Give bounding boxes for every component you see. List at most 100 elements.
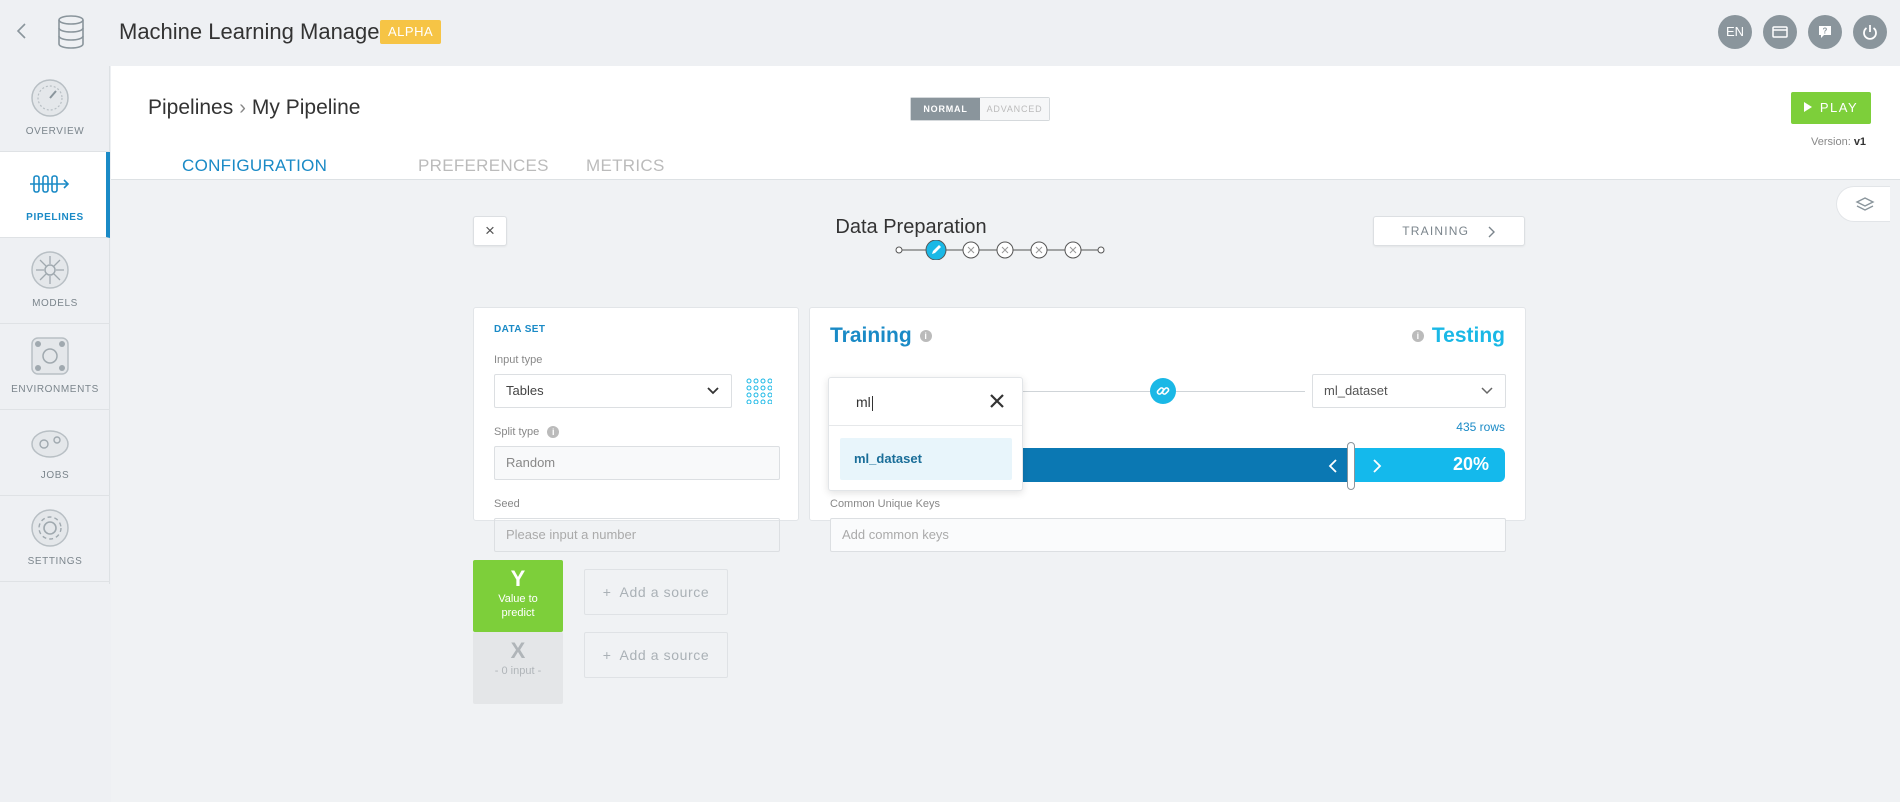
pipeline-icon [30, 175, 70, 193]
x-input-box[interactable]: X - 0 input - [473, 632, 563, 704]
add-y-source-button[interactable]: + Add a source [584, 569, 728, 615]
chevron-right-icon [1488, 226, 1495, 238]
chevron-left-icon[interactable] [1328, 459, 1338, 473]
testing-label: Testing [1431, 324, 1505, 347]
sidebar: OVERVIEW PIPELINES MODELS ENVIRONMENTS J… [0, 66, 110, 584]
link-datasets-button[interactable] [1150, 378, 1176, 404]
language-button[interactable]: EN [1718, 15, 1752, 49]
testing-heading: i Testing [1404, 324, 1505, 348]
sidebar-item-environments[interactable]: ENVIRONMENTS [0, 324, 110, 410]
tab-preferences[interactable]: PREFERENCES [418, 156, 549, 176]
plus-icon: + [602, 647, 612, 663]
split-type-label: Split type i [494, 426, 567, 439]
chevron-right-icon[interactable] [1372, 459, 1382, 473]
sidebar-item-label: PIPELINES [26, 212, 84, 223]
app-title: Machine Learning Manager [119, 19, 387, 44]
input-type-select[interactable]: Tables [494, 374, 732, 408]
y-target-box[interactable]: Y Value to predict [473, 560, 563, 632]
sidebar-item-label: ENVIRONMENTS [11, 384, 99, 395]
split-percent: 20% [1452, 454, 1489, 474]
info-icon[interactable]: i [547, 426, 560, 439]
sidebar-item-settings[interactable]: SETTINGS [0, 496, 110, 582]
grid-dots-icon[interactable] [746, 378, 772, 404]
play-label: PLAY [1819, 100, 1859, 115]
step-title: Data Preparation [835, 216, 987, 238]
version-label: Version: [1811, 136, 1851, 148]
step-pending-icon[interactable] [1064, 241, 1082, 259]
database-logo-icon [55, 14, 87, 50]
step-pending-icon[interactable] [996, 241, 1014, 259]
y-letter: Y [510, 566, 526, 591]
split-slider-handle[interactable] [1347, 442, 1355, 490]
network-icon [31, 337, 69, 375]
training-heading: Training i [830, 324, 940, 348]
close-icon[interactable] [989, 393, 1005, 409]
logout-button[interactable] [1853, 15, 1887, 49]
chevron-down-icon [707, 387, 719, 395]
svg-text:?: ? [1823, 27, 1828, 36]
sidebar-item-label: MODELS [32, 298, 78, 309]
mode-advanced-button[interactable]: ADVANCED [980, 98, 1049, 120]
dropdown-option-ml-dataset[interactable]: ml_dataset [840, 438, 1012, 480]
sidebar-item-jobs[interactable]: JOBS [0, 410, 110, 496]
chevron-down-icon [1481, 387, 1493, 395]
close-button[interactable]: × [473, 216, 507, 246]
link-icon [1156, 387, 1170, 395]
testing-dataset-select[interactable]: ml_dataset [1312, 374, 1506, 408]
input-type-label: Input type [494, 354, 543, 366]
text-caret [871, 395, 873, 411]
card-icon [1772, 26, 1788, 38]
breadcrumb-pipelines-link[interactable]: Pipelines [148, 96, 233, 119]
sidebar-item-label: OVERVIEW [25, 126, 85, 137]
layers-icon [1855, 197, 1875, 211]
app-switcher-button[interactable] [1763, 15, 1797, 49]
split-bar: 20% [1005, 448, 1505, 482]
tab-metrics[interactable]: METRICS [586, 156, 665, 176]
split-training-segment [1005, 448, 1355, 482]
mode-normal-button[interactable]: NORMAL [911, 98, 980, 120]
x-letter: X [510, 638, 526, 663]
sidebar-item-overview[interactable]: OVERVIEW [0, 66, 110, 152]
add-source-label: Add a source [619, 584, 710, 600]
common-keys-input[interactable]: Add common keys [830, 518, 1506, 552]
version-info: Version: v1 [1811, 136, 1866, 148]
info-icon[interactable]: i [919, 330, 932, 343]
input-type-value: Tables [506, 383, 544, 398]
breadcrumb-current: My Pipeline [251, 96, 361, 119]
sidebar-item-models[interactable]: MODELS [0, 238, 110, 324]
training-label: Training [830, 324, 912, 347]
split-type-field[interactable]: Random [494, 446, 780, 480]
back-arrow-icon[interactable] [14, 20, 30, 42]
breadcrumb-chevron-icon: › [239, 97, 246, 119]
dataset-card: DATA SET Input type Tables Split type i R… [473, 307, 799, 552]
next-training-button[interactable]: TRAINING [1373, 216, 1525, 246]
top-bar: Machine Learning Manager ALPHA EN ? [0, 0, 1900, 64]
seed-label: Seed [494, 498, 520, 510]
alpha-badge: ALPHA [380, 20, 442, 44]
x-caption: - 0 input - [494, 665, 542, 677]
dataset-search-dropdown: ml ml_dataset [828, 377, 1023, 491]
add-x-source-button[interactable]: + Add a source [584, 632, 728, 678]
help-button[interactable]: ? [1808, 15, 1842, 49]
y-caption: Value to predict [498, 593, 538, 619]
version-value: v1 [1853, 136, 1867, 148]
breadcrumb: Pipelines › My Pipeline [148, 96, 360, 120]
brain-icon [31, 251, 69, 289]
step-pending-icon[interactable] [962, 241, 980, 259]
info-icon[interactable]: i [1411, 330, 1424, 343]
testing-dataset-value: ml_dataset [1324, 383, 1388, 398]
add-source-label: Add a source [619, 647, 710, 663]
play-button[interactable]: PLAY [1791, 92, 1871, 124]
seed-input[interactable]: Please input a number [494, 518, 780, 552]
layers-toggle[interactable] [1836, 186, 1890, 222]
step-progress [895, 240, 1105, 260]
sidebar-item-label: SETTINGS [27, 556, 83, 567]
workspace: × Data Preparation TRAINING DATA SET Inp… [111, 180, 1900, 802]
step-pending-icon[interactable] [1030, 241, 1048, 259]
jobs-icon [31, 430, 69, 458]
sidebar-item-pipelines[interactable]: PIPELINES [0, 152, 110, 238]
mode-toggle: NORMAL ADVANCED [910, 97, 1050, 121]
gear-icon [31, 509, 69, 547]
plus-icon: + [602, 584, 612, 600]
step-end-dot [1097, 246, 1105, 254]
